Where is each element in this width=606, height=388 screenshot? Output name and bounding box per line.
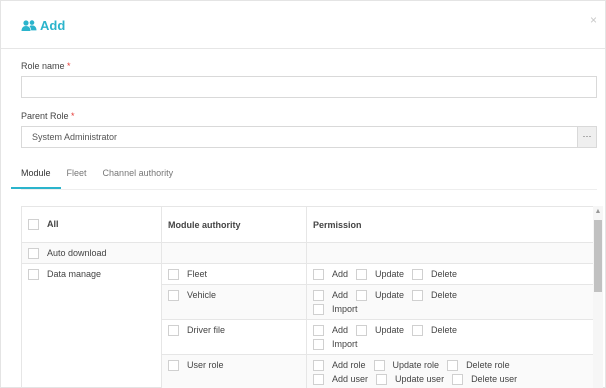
driver-file-delete-checkbox[interactable] — [412, 324, 424, 336]
tabs-divider — [21, 189, 597, 190]
auto-download-checkbox[interactable] — [28, 247, 39, 259]
scroll-up-icon[interactable]: ▲ — [593, 206, 603, 218]
parent-role-value: System Administrator — [32, 132, 118, 142]
data-manage-cell: Data manage — [21, 263, 162, 388]
scroll-thumb[interactable] — [594, 220, 602, 292]
dialog-header: Add × — [1, 1, 605, 49]
table-row: Data manage Fleet Add Update Delete — [21, 263, 599, 388]
fleet-add-checkbox[interactable] — [313, 268, 324, 280]
auto-download-label: Auto download — [47, 248, 107, 258]
close-icon[interactable]: × — [590, 13, 597, 27]
header-permission: Permission — [306, 206, 599, 243]
user-role-checkbox[interactable] — [168, 359, 179, 371]
perm-label: Import — [332, 339, 358, 349]
parent-role-picker-button[interactable]: ··· — [577, 126, 597, 148]
parent-role-label: Parent Role * — [21, 111, 75, 121]
empty-cell — [161, 242, 307, 264]
data-manage-checkbox[interactable] — [28, 268, 39, 280]
vehicle-update-checkbox[interactable] — [356, 289, 368, 301]
perm-label: Delete — [431, 325, 458, 335]
perm-label: Add role — [332, 360, 366, 370]
auto-download-cell: Auto download — [21, 242, 162, 264]
driver-file-add-checkbox[interactable] — [313, 324, 324, 336]
users-icon — [21, 19, 37, 31]
vehicle-module-cell: Vehicle — [161, 284, 307, 320]
header-all: All — [21, 206, 162, 243]
vehicle-delete-checkbox[interactable] — [412, 289, 424, 301]
driver-file-permission-cell: Add Update Delete Import — [306, 319, 599, 355]
perm-label: Update — [375, 269, 405, 279]
tab-module[interactable]: Module — [11, 161, 60, 189]
perm-label: Update — [375, 290, 405, 300]
perm-label: Delete — [431, 269, 458, 279]
add-role-checkbox[interactable] — [313, 359, 324, 371]
perm-label: Add — [332, 325, 349, 335]
fleet-checkbox[interactable] — [168, 268, 179, 280]
dialog-title-wrap: Add — [21, 18, 65, 33]
permission-table: All Module authority Permission Auto dow… — [21, 206, 599, 388]
perm-label: Add — [332, 290, 349, 300]
role-name-label: Role name * — [21, 61, 71, 71]
header-module-authority: Module authority — [161, 206, 307, 243]
delete-role-checkbox[interactable] — [447, 359, 459, 371]
role-name-input[interactable] — [21, 76, 597, 98]
table-scrollbar[interactable]: ▲ — [593, 206, 603, 388]
user-role-permission-cell: Add role Update role Delete role Add use… — [306, 354, 599, 388]
driver-file-update-checkbox[interactable] — [356, 324, 368, 336]
update-user-checkbox[interactable] — [376, 373, 388, 385]
vehicle-checkbox[interactable] — [168, 289, 179, 301]
perm-label: Delete user — [471, 374, 518, 384]
fleet-module-cell: Fleet — [161, 263, 307, 285]
driver-file-import-checkbox[interactable] — [313, 338, 324, 350]
role-name-required-mark: * — [67, 61, 71, 71]
role-name-label-text: Role name — [21, 61, 65, 71]
user-role-module-cell: User role — [161, 354, 307, 388]
data-manage-label: Data manage — [47, 269, 102, 279]
parent-role-required-mark: * — [71, 111, 75, 121]
perm-label: Update user — [395, 374, 445, 384]
table-header-row: All Module authority Permission — [21, 206, 599, 243]
driver-file-checkbox[interactable] — [168, 324, 179, 336]
tab-channel-authority[interactable]: Channel authority — [103, 161, 174, 189]
tab-fleet[interactable]: Fleet — [67, 161, 87, 189]
header-all-label: All — [47, 218, 59, 229]
fleet-delete-checkbox[interactable] — [412, 268, 424, 280]
fleet-label: Fleet — [187, 269, 208, 279]
vehicle-import-checkbox[interactable] — [313, 303, 324, 315]
vehicle-add-checkbox[interactable] — [313, 289, 324, 301]
update-role-checkbox[interactable] — [373, 359, 385, 371]
fleet-update-checkbox[interactable] — [356, 268, 368, 280]
add-role-dialog: Add × Role name * Parent Role * System A… — [0, 0, 606, 388]
perm-label: Delete — [431, 290, 458, 300]
vehicle-label: Vehicle — [187, 290, 217, 300]
table-row: Auto download — [21, 242, 599, 264]
vehicle-permission-cell: Add Update Delete Import — [306, 284, 599, 320]
parent-role-label-text: Parent Role — [21, 111, 69, 121]
perm-label: Update role — [392, 360, 440, 370]
delete-user-checkbox[interactable] — [452, 373, 464, 385]
perm-label: Update — [375, 325, 405, 335]
perm-label: Add — [332, 269, 349, 279]
user-role-label: User role — [187, 360, 224, 370]
perm-label: Delete role — [466, 360, 510, 370]
all-checkbox[interactable] — [28, 219, 39, 231]
perm-label: Import — [332, 304, 358, 314]
empty-cell — [306, 242, 599, 264]
dialog-title: Add — [40, 18, 66, 33]
driver-file-module-cell: Driver file — [161, 319, 307, 355]
permission-table-wrap: All Module authority Permission Auto dow… — [21, 206, 605, 388]
add-user-checkbox[interactable] — [313, 373, 324, 385]
perm-label: Add user — [332, 374, 369, 384]
driver-file-label: Driver file — [187, 325, 226, 335]
fleet-permission-cell: Add Update Delete — [306, 263, 599, 285]
tab-bar: Module Fleet Channel authority — [11, 161, 189, 189]
parent-role-select[interactable]: System Administrator ··· — [21, 126, 597, 148]
